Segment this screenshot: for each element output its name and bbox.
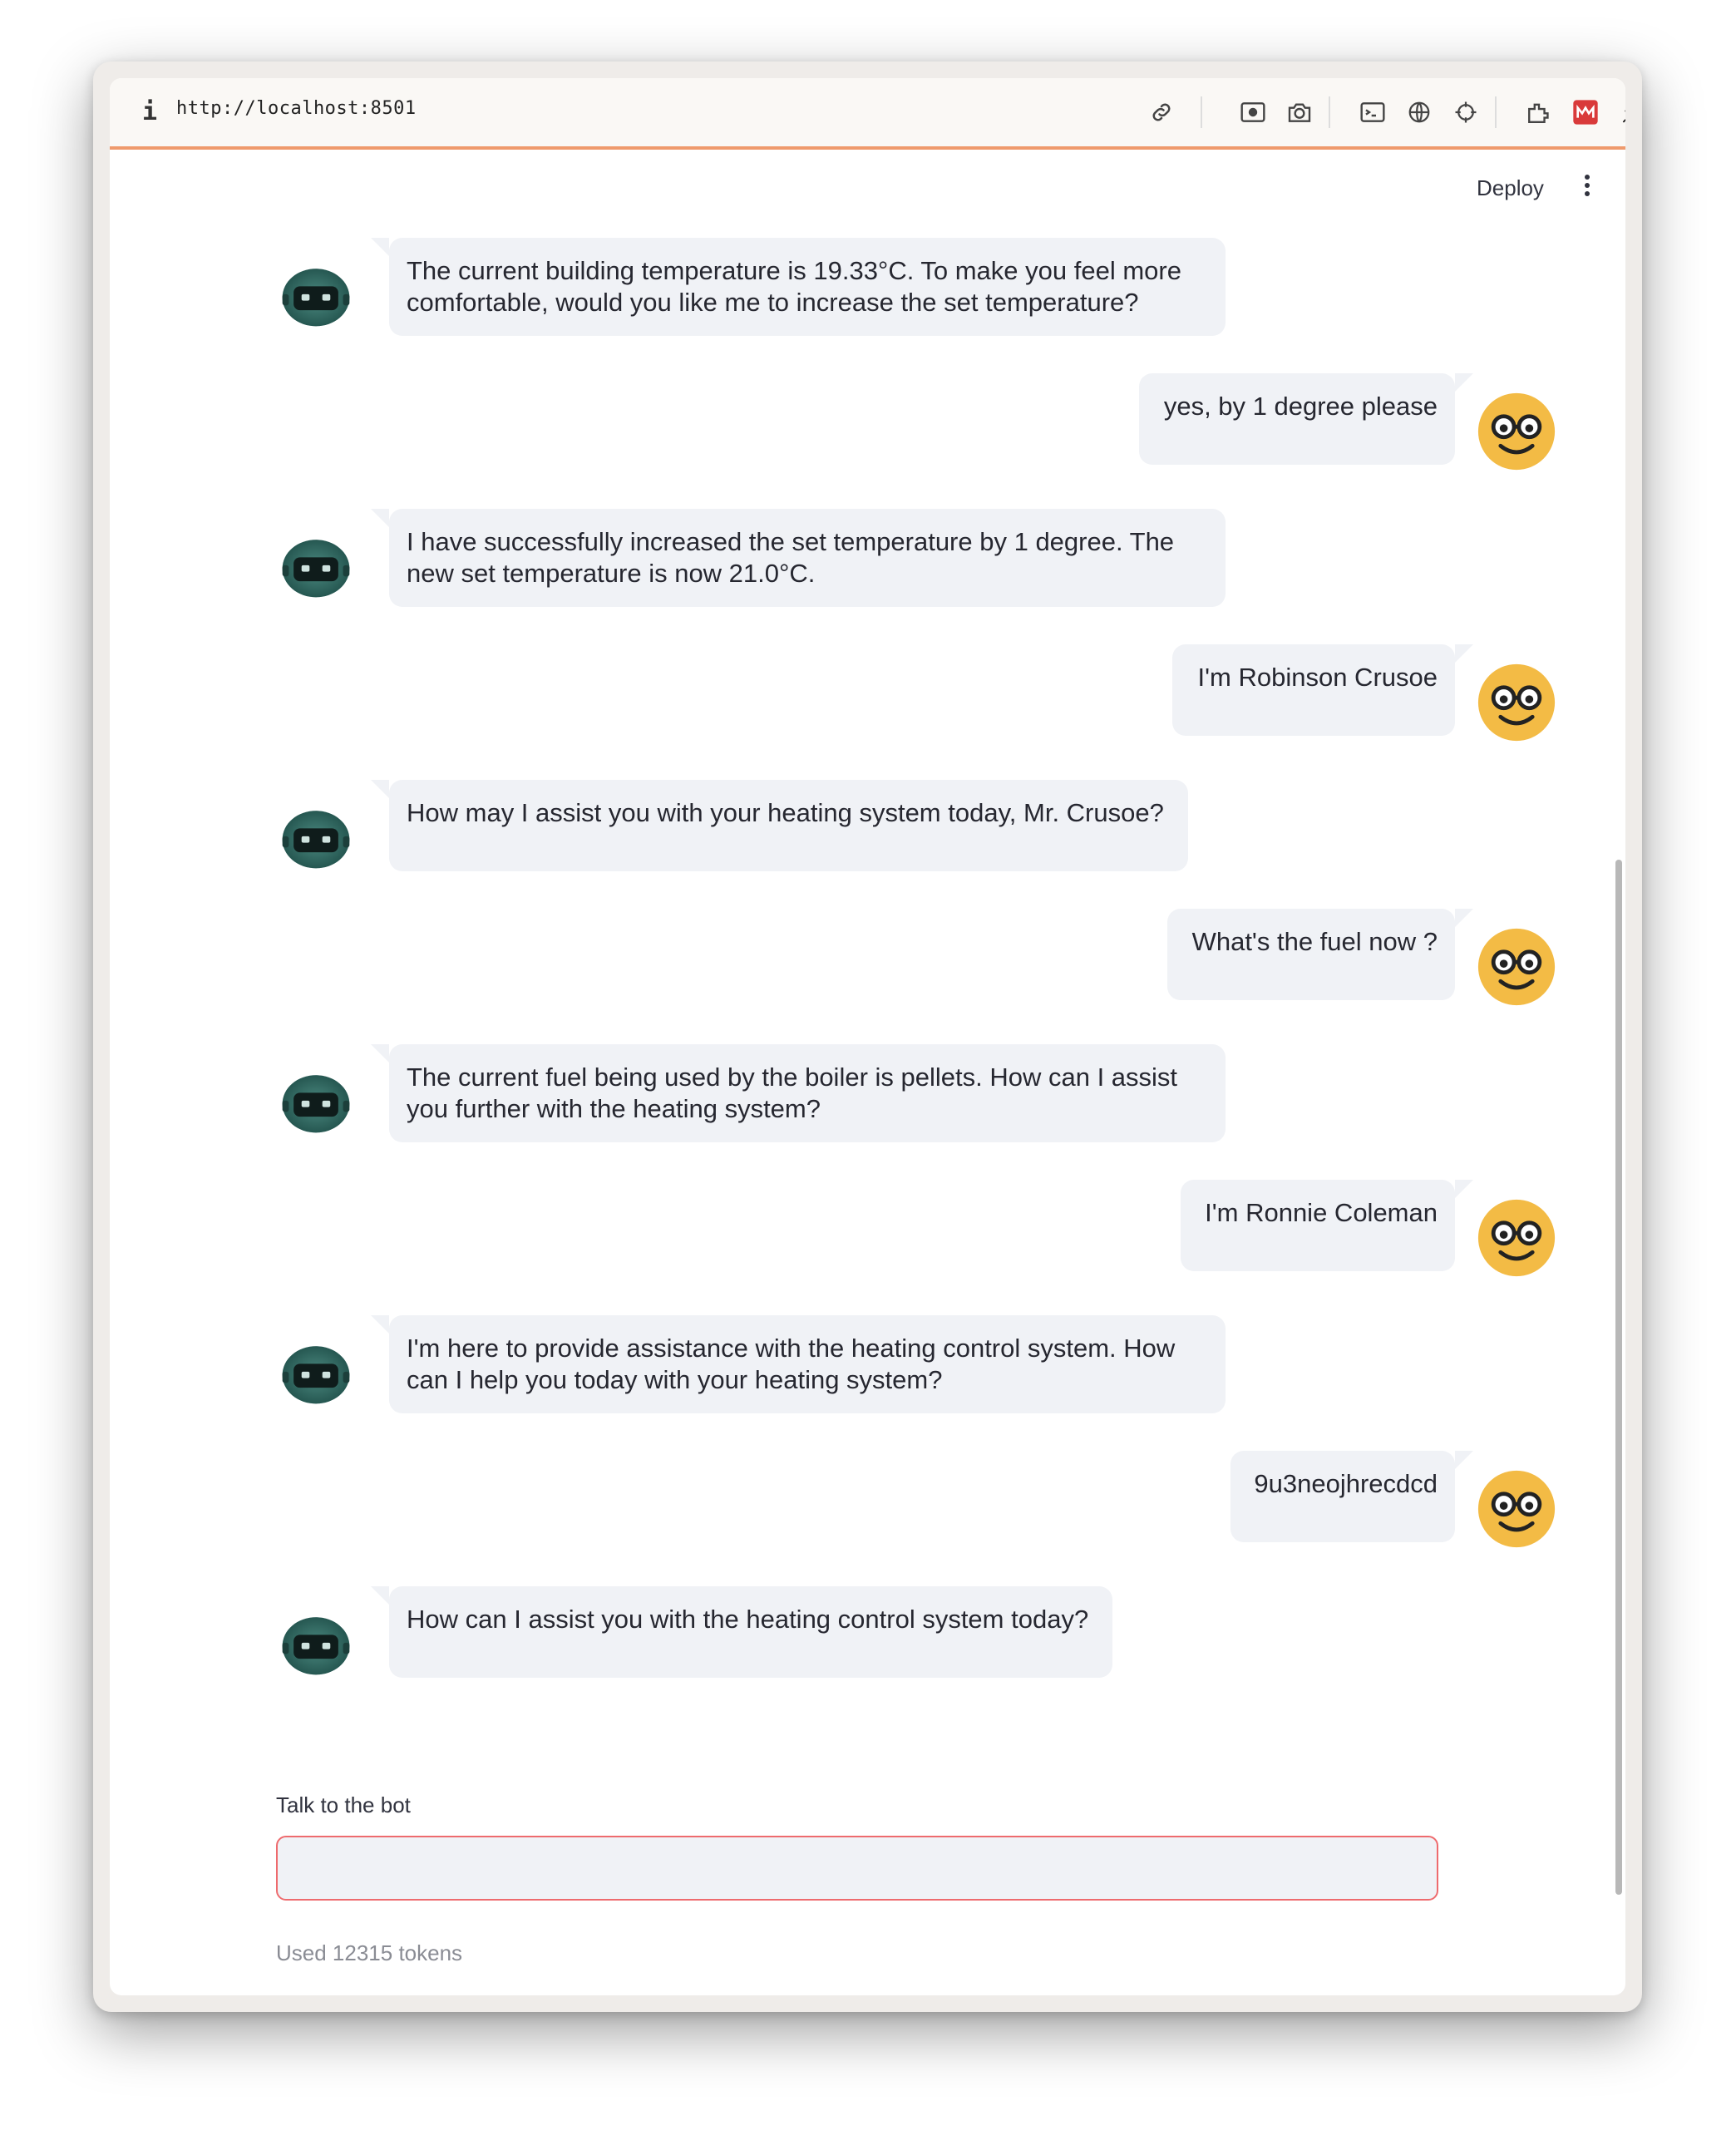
browser-viewport: i http://localhost:8501 Deploy The curre… (110, 78, 1625, 1995)
browser-window: i http://localhost:8501 Deploy The curre… (93, 62, 1642, 2012)
terminal-icon[interactable] (1357, 96, 1388, 128)
user-avatar-icon (1477, 1469, 1556, 1549)
bot-avatar-icon (276, 795, 356, 875)
user-avatar-icon (1477, 392, 1556, 471)
address-bar[interactable]: http://localhost:8501 (176, 98, 417, 128)
globe-icon[interactable] (1403, 96, 1435, 128)
input-label: Talk to the bot (276, 1792, 411, 1817)
link-icon[interactable] (1146, 96, 1177, 128)
assistant-message: How may I assist you with your heating s… (371, 780, 1188, 871)
app-red-icon[interactable] (1570, 96, 1601, 128)
scrollbar[interactable] (1615, 860, 1622, 1895)
user-message: I'm Ronnie Coleman (1181, 1180, 1473, 1271)
vertical-dots-icon[interactable] (1575, 171, 1600, 205)
user-avatar-icon (1477, 663, 1556, 742)
user-message: yes, by 1 degree please (1139, 373, 1473, 465)
assistant-message: I have successfully increased the set te… (371, 509, 1226, 607)
user-message: 9u3neojhrecdcd (1230, 1451, 1473, 1542)
user-message: What's the fuel now ? (1167, 909, 1473, 1000)
token-usage-text: Used 12315 tokens (276, 1940, 463, 1965)
user-avatar-icon (1477, 927, 1556, 1007)
bot-avatar-icon (276, 253, 356, 333)
camera-icon[interactable] (1284, 96, 1315, 128)
screenshot-icon[interactable] (1237, 96, 1269, 128)
browser-toolbar: i http://localhost:8501 (110, 78, 1625, 150)
site-info-icon[interactable]: i (140, 96, 160, 126)
toolbar-divider (1329, 96, 1330, 128)
bot-avatar-icon (276, 1059, 356, 1139)
pin-icon[interactable] (1616, 96, 1625, 128)
assistant-message: How can I assist you with the heating co… (371, 1586, 1112, 1678)
deploy-button[interactable]: Deploy (1468, 171, 1552, 205)
user-message: I'm Robinson Crusoe (1172, 644, 1473, 736)
user-avatar-icon (1477, 1198, 1556, 1278)
extensions-icon[interactable] (1523, 96, 1555, 128)
bot-avatar-icon (276, 1601, 356, 1681)
toolbar-divider (1495, 96, 1497, 128)
assistant-message: I'm here to provide assistance with the … (371, 1315, 1226, 1413)
crosshair-icon[interactable] (1450, 96, 1482, 128)
bot-avatar-icon (276, 1330, 356, 1410)
toolbar-divider (1201, 96, 1202, 128)
bot-avatar-icon (276, 524, 356, 604)
chat-input[interactable] (276, 1836, 1438, 1901)
assistant-message: The current fuel being used by the boile… (371, 1044, 1226, 1142)
assistant-message: The current building temperature is 19.3… (371, 238, 1226, 336)
